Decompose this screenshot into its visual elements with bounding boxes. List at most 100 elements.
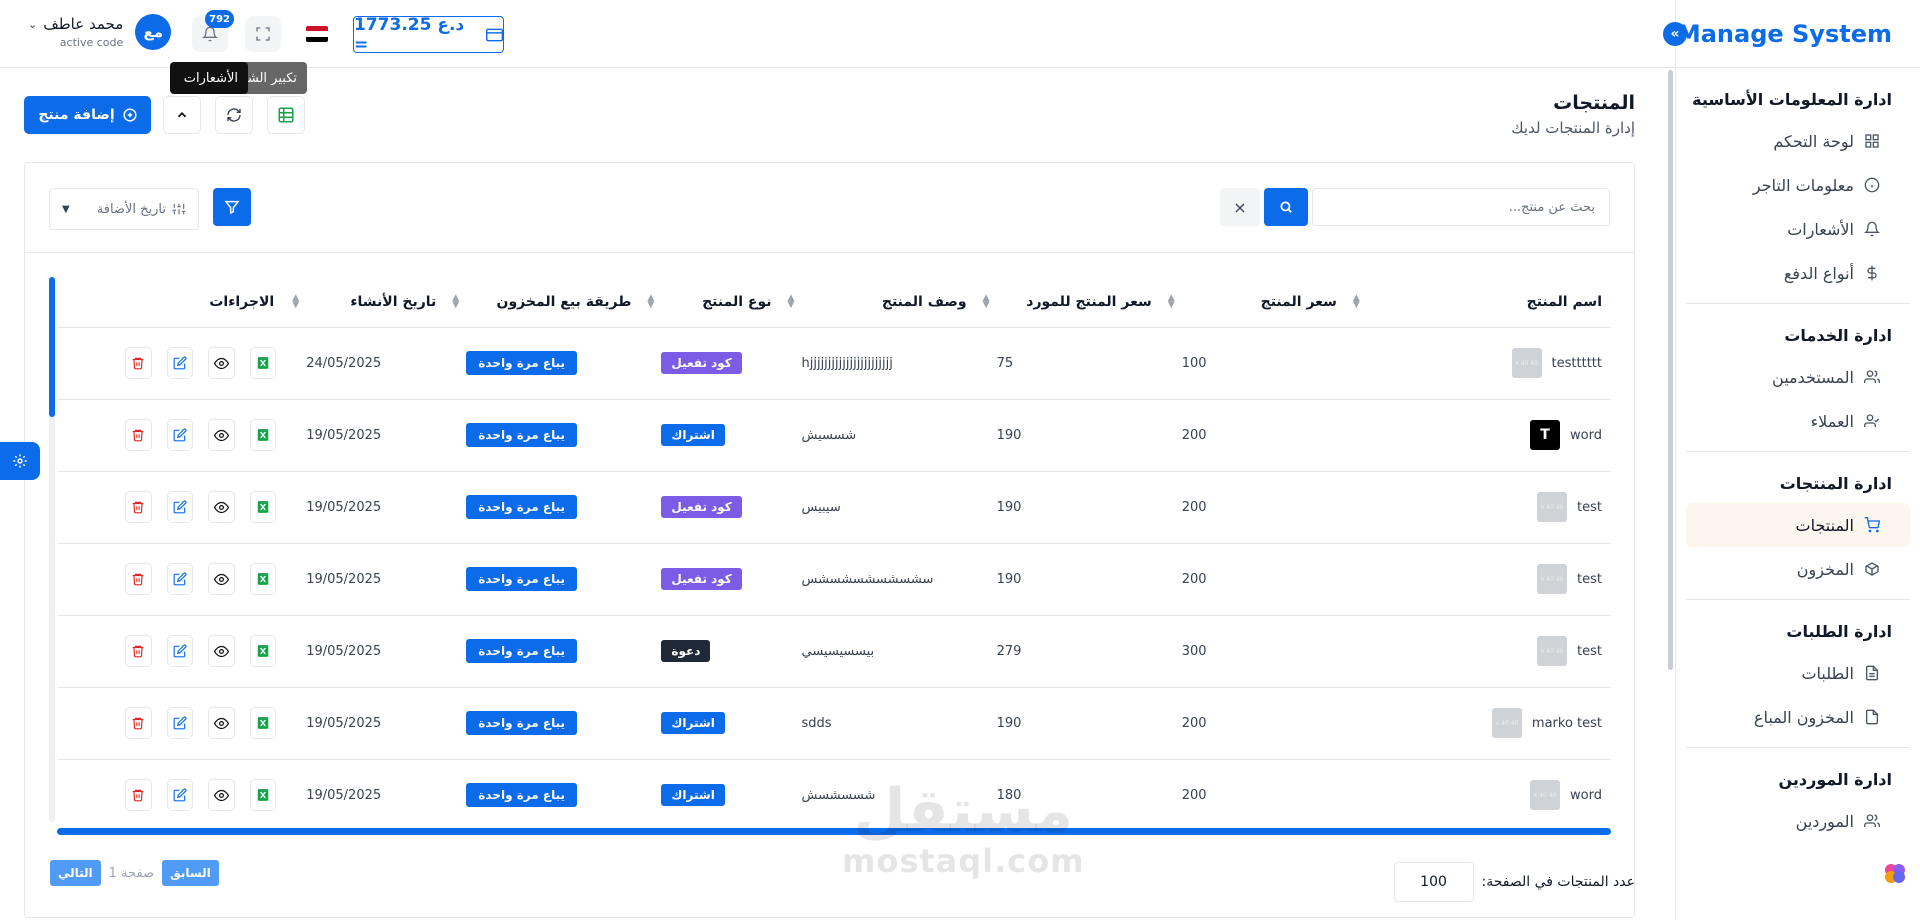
product-supplier-price: 190 [996,427,1022,443]
nav-section: ادارة الطلبات الطلبات المخزون المباع [1686,600,1910,748]
view-button[interactable] [208,779,235,811]
table-vertical-scroll-thumb[interactable] [49,277,55,417]
notifications-button[interactable]: 792 [192,10,234,52]
user-menu[interactable]: ⌄ محمد عاطف active code مع [28,14,172,50]
settings-float-button[interactable] [0,442,40,480]
sidebar-item[interactable]: لوحة التحكم [1686,119,1910,163]
col-header-created[interactable]: تاريخ الأنشاء ▲ ▼ [286,277,447,328]
export-row-button[interactable] [249,635,277,667]
col-header-sale-method[interactable]: طريقة بيع المخزون ▲ ▼ [446,277,642,328]
sidebar-item[interactable]: الأشعارات [1686,207,1910,251]
collapse-toggle-button[interactable] [163,96,201,134]
export-row-button[interactable] [249,491,277,523]
sidebar-item[interactable]: معلومات التاجر [1686,163,1910,207]
sidebar-item[interactable]: المنتجات [1686,503,1910,547]
sidebar: Manage System ادارة المعلومات الأساسية لو… [1675,0,1920,920]
sidebar-item[interactable]: الطلبات [1686,651,1910,695]
sidebar-item[interactable]: أنواع الدفع [1686,251,1910,295]
user-role: active code [59,36,124,49]
product-name-group: 40 x 40 testttttt [1502,348,1602,378]
view-button[interactable] [208,563,235,595]
users-icon [1864,369,1880,385]
edit-button[interactable] [166,419,194,451]
sidebar-item[interactable]: الموردين [1686,799,1910,843]
delete-button[interactable] [125,635,152,667]
page-scrollbar[interactable] [1668,70,1673,670]
table-horizontal-scrollbar[interactable] [57,828,1611,835]
add-product-button[interactable]: إضافة منتج [24,96,151,134]
user-check-icon [1864,413,1880,429]
language-button[interactable] [299,16,335,52]
search-input[interactable] [1312,188,1610,226]
export-row-button[interactable] [249,779,277,811]
cell-supplier-price: 75 [976,327,1162,400]
view-button[interactable] [208,347,235,379]
export-row-button[interactable] [249,707,277,739]
export-row-button[interactable] [249,563,277,595]
sort-arrows-icon: ▲ ▼ [452,293,460,310]
edit-button[interactable] [166,779,194,811]
table-row: Tword 200 190 شسسيش اشتراك يباع مرة واحدة 19/0… [57,399,1611,472]
col-header-supplier-price[interactable]: سعر المنتج للمورد ▲ ▼ [976,277,1162,328]
product-thumbnail: 40 x 40 [1537,564,1568,594]
row-actions [57,779,277,811]
sidebar-item[interactable]: المخزون [1686,547,1910,591]
created-date: 19/05/2025 [306,715,382,731]
product-price: 200 [1181,787,1207,803]
row-actions [57,635,277,667]
cell-created: 19/05/2025 [286,687,447,760]
cell-sale-method: يباع مرة واحدة [446,615,642,688]
edit-button[interactable] [166,635,194,667]
col-header-type[interactable]: نوع المنتج ▲ ▼ [641,277,782,328]
brain-icon[interactable] [1882,860,1908,886]
sidebar-collapse-button[interactable]: « [1663,22,1687,46]
sale-method-badge: يباع مرة واحدة [466,639,577,663]
col-header-type-label: نوع المنتج [702,293,772,310]
col-header-name[interactable]: اسم المنتج ▲ ▼ [1346,277,1611,328]
delete-button[interactable] [125,707,152,739]
delete-button[interactable] [125,563,152,595]
view-button[interactable] [208,707,235,739]
view-button[interactable] [208,635,235,667]
sidebar-item[interactable]: المستخدمين [1686,355,1910,399]
edit-button[interactable] [166,707,194,739]
plus-circle-icon [123,108,137,122]
per-page-input[interactable] [1393,862,1474,902]
cell-description: sdds [781,687,977,760]
product-thumbnail: 40 x 40 [1537,636,1568,666]
view-button[interactable] [208,491,235,523]
export-row-button[interactable] [249,347,277,379]
delete-button[interactable] [125,347,152,379]
export-row-button[interactable] [249,419,277,451]
delete-button[interactable] [125,491,152,523]
filter-button[interactable] [213,188,251,226]
export-excel-button[interactable] [267,96,305,134]
col-header-price[interactable]: سعر المنتج ▲ ▼ [1161,277,1347,328]
delete-button[interactable] [125,419,152,451]
cart-icon [1864,517,1880,533]
filter-icon [224,200,240,215]
edit-button[interactable] [166,563,194,595]
edit-button[interactable] [166,347,194,379]
edit-button[interactable] [166,491,194,523]
col-header-description[interactable]: وصف المنتج ▲ ▼ [781,277,977,328]
avatar[interactable]: مع [135,14,172,50]
prev-page-button[interactable]: السابق [162,860,219,886]
view-button[interactable] [208,419,235,451]
excel-icon [256,428,270,442]
sale-method-badge: يباع مرة واحدة [466,351,577,375]
caret-down-icon: ▼ [62,203,70,215]
fullscreen-button[interactable] [245,16,281,52]
cell-description: بيسسيسيسي [781,615,977,688]
next-page-button[interactable]: التالي [50,860,101,886]
sidebar-item-label: الموردين [1795,811,1854,831]
col-header-description-label: وصف المنتج [881,293,967,310]
sidebar-item[interactable]: المخزون المباع [1686,695,1910,739]
delete-button[interactable] [125,779,152,811]
clear-search-button[interactable]: × [1220,188,1260,226]
search-button[interactable] [1264,188,1308,226]
sidebar-item[interactable]: العملاء [1686,399,1910,443]
sort-select[interactable]: تاريخ الأضافة ▼ [49,188,199,230]
sidebar-item-label: العملاء [1810,411,1854,431]
refresh-button[interactable] [215,96,253,134]
